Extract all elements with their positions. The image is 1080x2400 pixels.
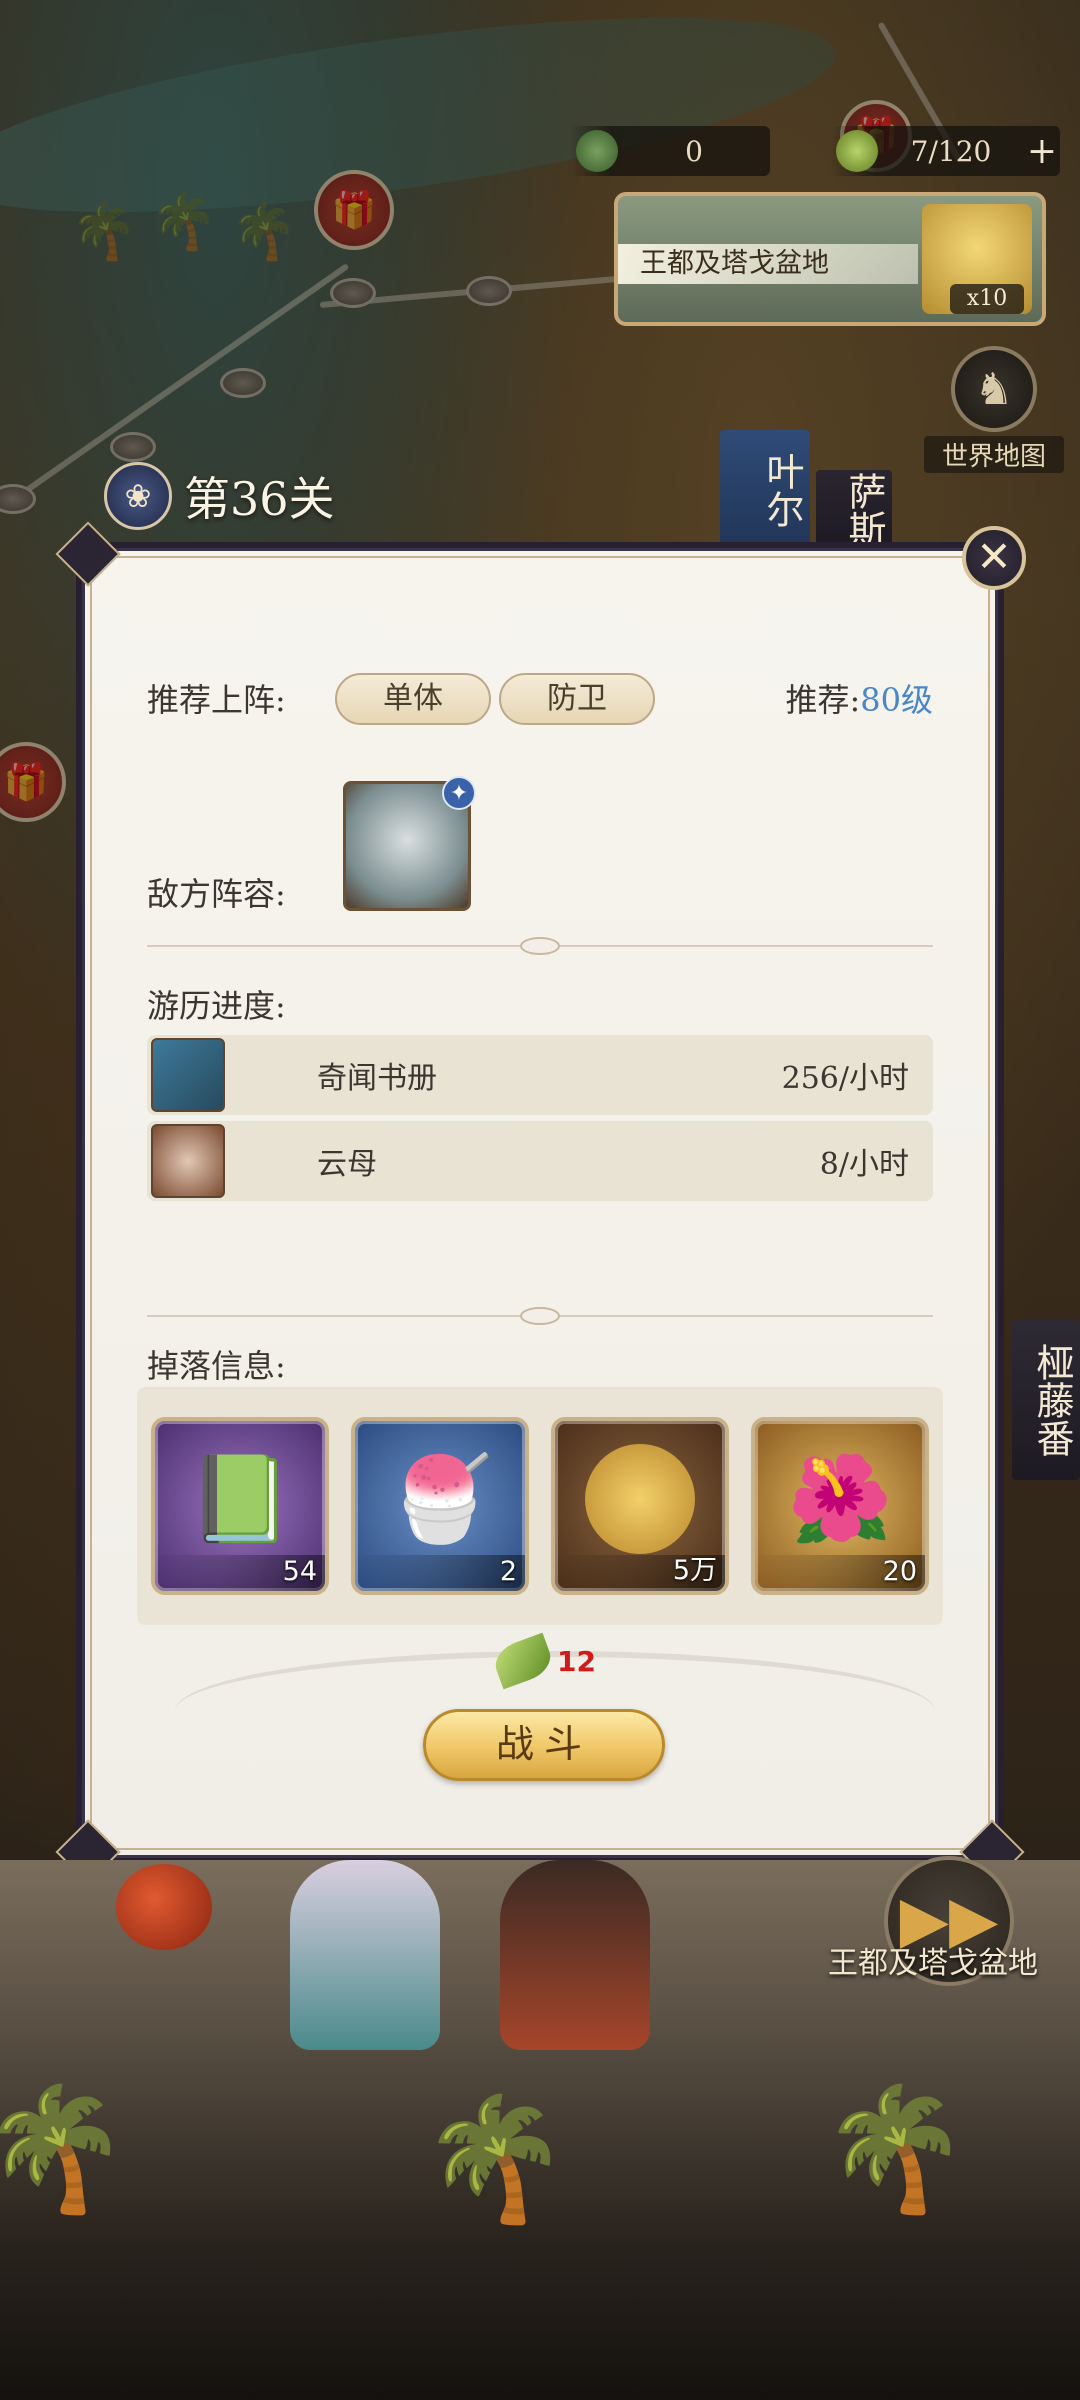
- progress-item-name: 奇闻书册: [317, 1061, 437, 1096]
- stage-title: 第36关: [184, 472, 335, 526]
- progress-item-rate: 8/小时: [819, 1147, 909, 1182]
- lantern-icon: [116, 1864, 212, 1950]
- progress-item-rate: 256/小时: [781, 1061, 909, 1096]
- drop-item-coin[interactable]: 5万: [551, 1417, 729, 1595]
- enemy-rank-icon: ✦: [442, 776, 476, 810]
- drop-qty: 54: [282, 1556, 317, 1587]
- stage-dialog: 推荐上阵: 单体 防卫 推荐:80级 敌方阵容: ✦ 游历进度: 奇闻书册 25…: [55, 521, 1025, 1885]
- stage-emblem-icon: ❀: [104, 462, 172, 530]
- region-card[interactable]: 王都及塔戈盆地 x10: [614, 192, 1046, 326]
- recommend-level-label: 推荐:: [785, 681, 861, 719]
- palm-silhouette: 🌴: [820, 2080, 970, 2219]
- region-badge: x10: [950, 284, 1024, 314]
- world-map-label: 世界地图: [924, 436, 1064, 473]
- area-tag-far-right[interactable]: 桠藤番: [1012, 1320, 1080, 1480]
- enemy-label: 敌方阵容:: [147, 875, 286, 913]
- palm-silhouette: 🌴: [0, 2080, 130, 2219]
- stamina-cost-value: 12: [557, 1644, 596, 1678]
- leaf-icon: [836, 130, 878, 172]
- recommend-tag: 防卫: [499, 673, 655, 725]
- add-stamina-button[interactable]: +: [1024, 131, 1060, 172]
- stamina-value: 7/120: [910, 134, 992, 168]
- drop-qty: 2: [499, 1556, 517, 1587]
- drop-qty: 20: [882, 1556, 917, 1587]
- region-name: 王都及塔戈盆地: [618, 244, 918, 284]
- book-icon: [151, 1038, 225, 1112]
- drops-label: 掉落信息:: [147, 1347, 286, 1385]
- grass-icon: [576, 130, 618, 172]
- palm-silhouette: 🌴: [420, 2090, 570, 2229]
- drop-item-book[interactable]: 📗 54: [151, 1417, 329, 1595]
- progress-item-name: 云母: [317, 1147, 377, 1182]
- mica-icon: [151, 1124, 225, 1198]
- progress-label: 游历进度:: [147, 987, 286, 1025]
- stage-header: ❀ 第36关: [104, 462, 335, 530]
- enemy-portrait[interactable]: ✦: [343, 776, 476, 911]
- world-map-button[interactable]: ♞ 世界地图: [924, 346, 1064, 473]
- progress-item: 云母 8/小时: [147, 1121, 933, 1201]
- fight-button[interactable]: 战斗: [423, 1709, 665, 1781]
- book-icon: 📗: [187, 1449, 293, 1548]
- drop-item-bowl[interactable]: 🍧 2: [351, 1417, 529, 1595]
- resource-counter: 0: [570, 126, 770, 176]
- drop-item-peony[interactable]: 🌺 20: [751, 1417, 929, 1595]
- stamina-counter: 7/120 +: [830, 126, 1060, 176]
- drops-panel: 📗 54 🍧 2 5万 🌺 20: [137, 1387, 943, 1625]
- stamina-cost: 12: [489, 1632, 596, 1690]
- bowl-icon: 🍧: [387, 1449, 493, 1548]
- close-icon[interactable]: ✕: [962, 526, 1026, 590]
- peony-icon: 🌺: [787, 1449, 893, 1548]
- resource-value: 0: [685, 134, 703, 168]
- character-sprite: [290, 1860, 440, 2050]
- divider: [147, 937, 933, 955]
- coin-icon: [585, 1444, 695, 1555]
- recommend-level-value: 80级: [860, 681, 933, 719]
- leaf-icon: [489, 1632, 557, 1690]
- progress-item: 奇闻书册 256/小时: [147, 1035, 933, 1115]
- area-tag-left[interactable]: 叶尔: [720, 430, 810, 550]
- character-sprite: [500, 1860, 650, 2050]
- world-map-icon: ♞: [951, 346, 1037, 432]
- recommend-tag: 单体: [335, 673, 491, 725]
- area-tag-right[interactable]: 萨斯: [816, 470, 892, 550]
- next-area-label[interactable]: 王都及塔戈盆地: [828, 1938, 1038, 1982]
- drop-qty: 5万: [672, 1555, 717, 1586]
- recommend-level: 推荐:80级: [785, 675, 933, 721]
- divider: [147, 1307, 933, 1325]
- recommend-label: 推荐上阵:: [147, 681, 286, 719]
